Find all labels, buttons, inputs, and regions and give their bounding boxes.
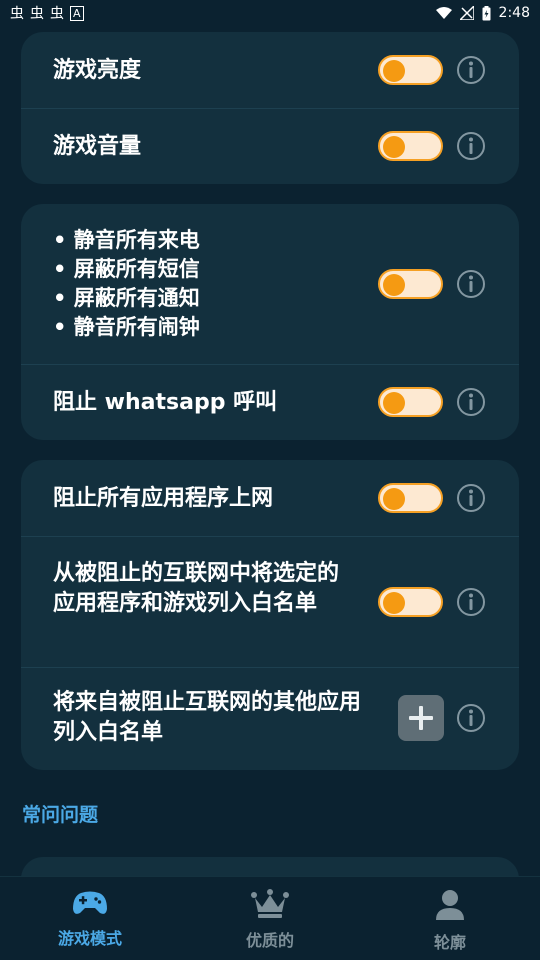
info-icon[interactable] — [457, 704, 485, 732]
game-volume-label: 游戏音量 — [53, 134, 142, 159]
silence-item: 屏蔽所有通知 — [53, 284, 200, 313]
clock: 2:48 — [498, 5, 530, 21]
status-notification-icons: 虫 虫 虫 A — [10, 3, 84, 23]
display-card: 游戏亮度 游戏音量 — [21, 32, 519, 184]
block-whatsapp-label: 阻止 whatsapp 呼叫 — [53, 390, 278, 415]
wifi-icon — [435, 6, 452, 19]
info-icon[interactable] — [457, 588, 485, 616]
silence-toggle[interactable] — [378, 269, 443, 299]
crown-icon — [251, 889, 289, 918]
gamepad-icon — [73, 891, 107, 914]
silence-item: 屏蔽所有短信 — [53, 255, 200, 284]
divider — [21, 536, 519, 537]
nav-premium[interactable]: 优质的 — [180, 877, 360, 960]
silence-item: 静音所有闹钟 — [53, 313, 200, 342]
info-icon[interactable] — [457, 388, 485, 416]
divider — [21, 364, 519, 365]
faq-card[interactable] — [21, 857, 519, 876]
nav-label: 轮廓 — [433, 933, 466, 952]
block-internet-label: 阻止所有应用程序上网 — [53, 486, 274, 511]
whitelist-other-label: 将来自被阻止互联网的其他应用列入白名单 — [53, 690, 362, 745]
game-brightness-toggle[interactable] — [378, 55, 443, 85]
status-bar: 虫 虫 虫 A 2:48 — [0, 0, 540, 26]
game-volume-toggle[interactable] — [378, 131, 443, 161]
notification-icon: 虫 — [30, 6, 44, 22]
plus-icon — [409, 706, 433, 730]
nav-label: 游戏模式 — [57, 929, 122, 948]
block-internet-toggle[interactable] — [378, 483, 443, 513]
bottom-nav: 游戏模式 优质的 轮廓 — [0, 876, 540, 960]
notification-icon: 虫 — [10, 6, 24, 22]
game-brightness-label: 游戏亮度 — [53, 58, 142, 83]
nav-profile[interactable]: 轮廓 — [360, 877, 540, 960]
status-system-icons: 2:48 — [435, 5, 530, 21]
user-icon — [436, 890, 464, 920]
whitelist-selected-toggle[interactable] — [378, 587, 443, 617]
notification-icon: 虫 — [50, 6, 64, 22]
settings-scroll[interactable]: 游戏亮度 游戏音量 静音所有来电 屏蔽所有短信 屏蔽所有通知 静音所有闹钟 阻止… — [0, 0, 540, 876]
info-icon[interactable] — [457, 484, 485, 512]
toggle-knob — [383, 392, 405, 414]
notifications-card: 静音所有来电 屏蔽所有短信 屏蔽所有通知 静音所有闹钟 阻止 whatsapp … — [21, 204, 519, 440]
silence-list: 静音所有来电 屏蔽所有短信 屏蔽所有通知 静音所有闹钟 — [53, 226, 200, 342]
info-icon[interactable] — [457, 270, 485, 298]
nav-game-mode[interactable]: 游戏模式 — [0, 877, 180, 960]
info-icon[interactable] — [457, 56, 485, 84]
toggle-knob — [383, 60, 405, 82]
block-whatsapp-toggle[interactable] — [378, 387, 443, 417]
internet-card: 阻止所有应用程序上网 从被阻止的互联网中将选定的应用程序和游戏列入白名单 将来自… — [21, 460, 519, 770]
toggle-knob — [383, 136, 405, 158]
faq-heading[interactable]: 常问问题 — [22, 800, 98, 827]
whitelist-selected-label: 从被阻止的互联网中将选定的应用程序和游戏列入白名单 — [53, 561, 340, 616]
signal-icon — [459, 6, 474, 20]
divider — [21, 108, 519, 109]
toggle-knob — [383, 274, 405, 296]
add-whitelist-button[interactable] — [398, 695, 444, 741]
battery-icon — [482, 5, 491, 20]
nav-label: 优质的 — [245, 931, 294, 950]
notification-icon: A — [70, 5, 84, 21]
info-icon[interactable] — [457, 132, 485, 160]
silence-item: 静音所有来电 — [53, 226, 200, 255]
divider — [21, 667, 519, 668]
toggle-knob — [383, 488, 405, 510]
toggle-knob — [383, 592, 405, 614]
